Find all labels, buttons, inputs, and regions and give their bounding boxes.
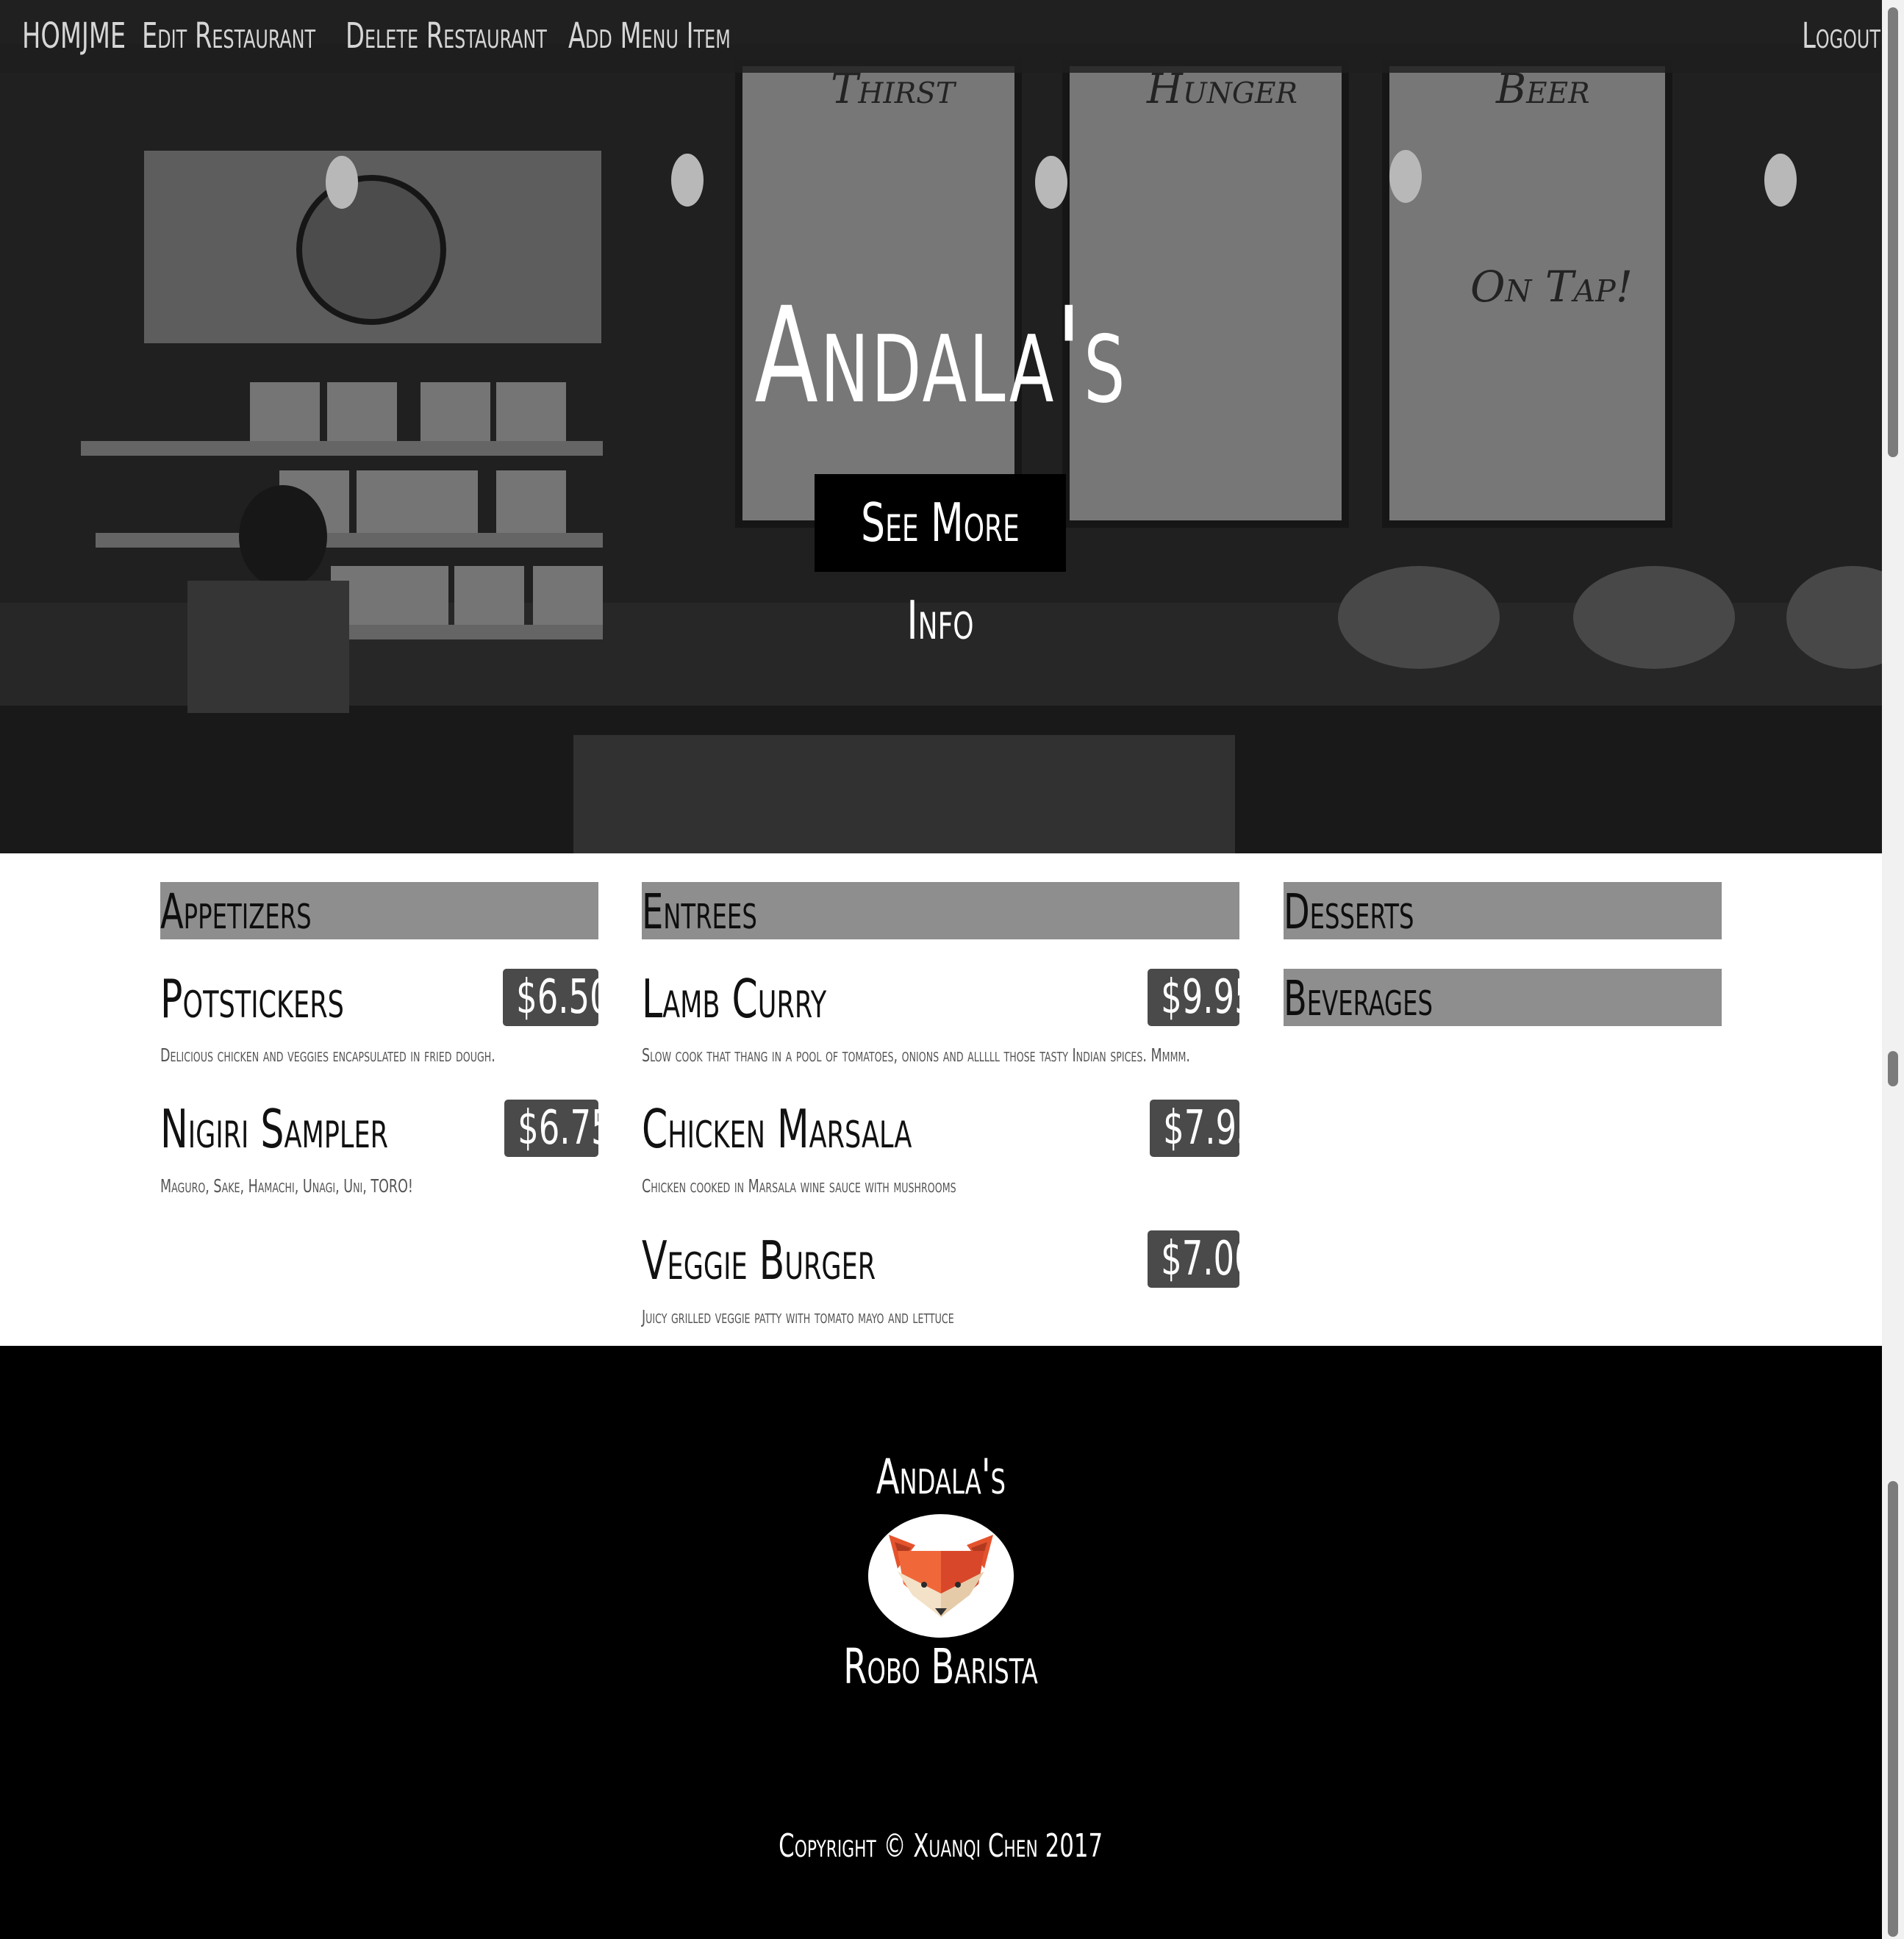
scrollbar-thumb[interactable] bbox=[1888, 1481, 1898, 1937]
top-navbar: HOMJME Edit Restaurant Delete Restaurant… bbox=[0, 0, 1882, 73]
scrollbar-thumb[interactable] bbox=[1888, 7, 1898, 457]
menu-item-name: Lamb Curry bbox=[642, 968, 827, 1030]
footer-restaurant-name: Andala's bbox=[876, 1449, 1006, 1505]
footer-brand-name: Robo Barista bbox=[843, 1638, 1039, 1695]
price-badge: $9.95 bbox=[1148, 969, 1256, 1026]
menu-item-description: Slow cook that thang in a pool of tomato… bbox=[642, 1044, 1190, 1066]
category-header-beverages: Beverages bbox=[1284, 969, 1722, 1026]
menu-item-name: Chicken Marsala bbox=[642, 1098, 912, 1160]
nav-logout-link[interactable]: Logout bbox=[1802, 0, 1880, 73]
category-header-desserts: Desserts bbox=[1284, 882, 1722, 939]
menu-item-name: Potstickers bbox=[160, 968, 344, 1030]
fox-logo-icon bbox=[868, 1514, 1014, 1638]
menu-item-description: Delicious chicken and veggies encapsulat… bbox=[160, 1044, 495, 1066]
category-header-appetizers: Appetizers bbox=[160, 882, 598, 939]
menu-item-description: Chicken cooked in Marsala wine sauce wit… bbox=[642, 1175, 956, 1197]
menu-item-description: Maguro, Sake, Hamachi, Unagi, Uni, TORO! bbox=[160, 1175, 413, 1197]
price-badge: $6.75 bbox=[504, 1100, 612, 1157]
price-badge: $6.50 bbox=[503, 969, 611, 1026]
page-scrollbar[interactable] bbox=[1882, 0, 1904, 1939]
nav-edit-restaurant-link[interactable]: Edit Restaurant bbox=[142, 0, 315, 73]
nav-add-menu-item-link[interactable]: Add Menu Item bbox=[568, 0, 731, 73]
price-badge: $7.95 bbox=[1150, 1100, 1258, 1157]
menu-item-name: Nigiri Sampler bbox=[160, 1098, 389, 1160]
restaurant-title: Andala's bbox=[754, 279, 1128, 433]
nav-delete-restaurant-link[interactable]: Delete Restaurant bbox=[346, 0, 547, 73]
footer-copyright: Copyright © Xuanqi Chen 2017 bbox=[779, 1827, 1103, 1865]
footer: Andala's Robo Barista Copyright © Xuanqi… bbox=[0, 1346, 1882, 1939]
category-header-entrees: Entrees bbox=[642, 882, 1239, 939]
price-badge: $7.00 bbox=[1148, 1230, 1256, 1288]
nav-home-link[interactable]: HOMJME bbox=[22, 0, 126, 73]
hero-banner: Thirst Hunger Beer On Tap! Andala's See … bbox=[0, 0, 1882, 853]
scrollbar-thumb[interactable] bbox=[1888, 1051, 1898, 1086]
menu-item-name: Veggie Burger bbox=[642, 1230, 876, 1291]
menu-item-description: Juicy grilled veggie patty with tomato m… bbox=[642, 1306, 954, 1327]
see-more-info-button[interactable]: See More Info bbox=[815, 474, 1066, 651]
